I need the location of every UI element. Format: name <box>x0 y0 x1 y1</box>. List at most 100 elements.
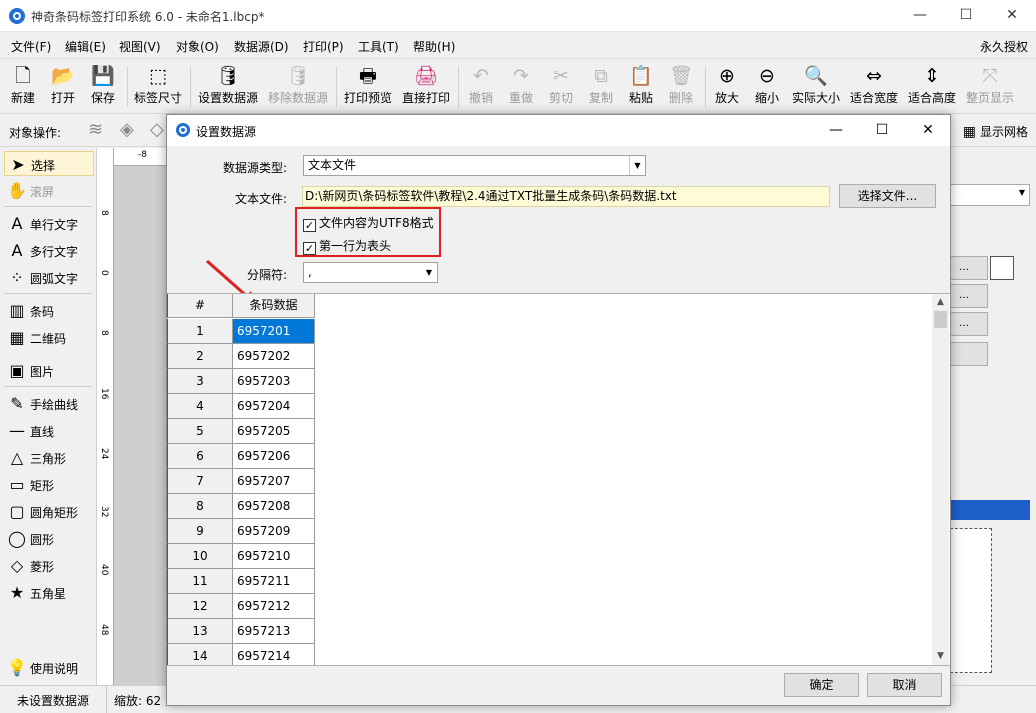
header-row-checkbox[interactable]: ✓ 第一行为表头 <box>303 237 391 255</box>
row-number[interactable]: 1 <box>167 319 233 344</box>
tool-barcode[interactable]: ▥ 条码 <box>4 298 94 323</box>
scroll-thumb[interactable] <box>934 311 947 328</box>
copy-button[interactable]: ⧉ 复制 <box>582 63 620 111</box>
row-number[interactable]: 4 <box>167 394 233 419</box>
menu-edit[interactable]: 编辑(E) <box>65 38 106 55</box>
menu-view[interactable]: 视图(V) <box>119 38 161 55</box>
cancel-button[interactable]: 取消 <box>867 673 942 697</box>
tool-single-line-text[interactable]: A 单行文字 <box>4 211 94 236</box>
help-button[interactable]: 💡 使用说明 <box>4 655 94 680</box>
minimize-button[interactable]: — <box>897 0 943 32</box>
grid-cell[interactable]: 6957206 <box>233 444 315 469</box>
row-number[interactable]: 9 <box>167 519 233 544</box>
menu-help[interactable]: 帮助(H) <box>413 38 455 55</box>
grid-cell[interactable]: 6957209 <box>233 519 315 544</box>
tool-freehand[interactable]: ✎ 手绘曲线 <box>4 391 94 416</box>
menu-object[interactable]: 对象(O) <box>176 38 219 55</box>
tool-rectangle[interactable]: ▭ 矩形 <box>4 472 94 497</box>
column-header[interactable]: 条码数据 <box>233 294 315 318</box>
menu-tools[interactable]: 工具(T) <box>358 38 399 55</box>
row-number[interactable]: 12 <box>167 594 233 619</box>
property-button[interactable]: … <box>950 256 988 280</box>
property-dropdown[interactable]: ▼ <box>950 184 1030 206</box>
property-button[interactable] <box>950 342 988 366</box>
scroll-down-icon[interactable]: ▼ <box>932 648 949 665</box>
tool-rounded-rectangle[interactable]: ▢ 圆角矩形 <box>4 499 94 524</box>
row-number[interactable]: 13 <box>167 619 233 644</box>
tool-line[interactable]: — 直线 <box>4 418 94 443</box>
property-button[interactable]: … <box>950 312 988 336</box>
tool-diamond[interactable]: ◇ 菱形 <box>4 553 94 578</box>
ok-button[interactable]: 确定 <box>784 673 859 697</box>
fit-page-button[interactable]: ⤧ 整页显示 <box>963 63 1017 111</box>
menu-print[interactable]: 打印(P) <box>303 38 344 55</box>
grid-cell[interactable]: 6957202 <box>233 344 315 369</box>
utf8-checkbox[interactable]: ✓ 文件内容为UTF8格式 <box>303 214 434 232</box>
grid-cell[interactable]: 6957211 <box>233 569 315 594</box>
design-canvas[interactable] <box>114 166 166 685</box>
tool-image[interactable]: ▣ 图片 <box>4 358 94 383</box>
tool-multi-line-text[interactable]: A 多行文字 <box>4 238 94 263</box>
text-file-path[interactable]: D:\新网页\条码标签软件\教程\2.4通过TXT批量生成条码\条码数据.txt <box>302 186 830 207</box>
set-datasource-button[interactable]: 🛢 设置数据源 <box>195 63 261 111</box>
grid-scrollbar[interactable]: ▲ ▼ <box>932 294 949 665</box>
grid-cell[interactable]: 6957214 <box>233 644 315 665</box>
grid-cell[interactable]: 6957203 <box>233 369 315 394</box>
show-grid-toggle[interactable]: ▦ 显示网格 <box>963 123 1028 140</box>
row-number[interactable]: 3 <box>167 369 233 394</box>
dialog-close-button[interactable]: ✕ <box>905 115 951 146</box>
fit-height-button[interactable]: ⇕ 适合高度 <box>905 63 959 111</box>
direct-print-button[interactable]: 🖨 直接打印 <box>399 63 453 111</box>
grid-cell[interactable]: 6957201 <box>233 319 315 344</box>
row-number[interactable]: 11 <box>167 569 233 594</box>
property-button[interactable]: … <box>950 284 988 308</box>
label-size-button[interactable]: ⬚ 标签尺寸 <box>131 63 185 111</box>
tool-star[interactable]: ★ 五角星 <box>4 580 94 605</box>
row-number[interactable]: 14 <box>167 644 233 665</box>
row-number[interactable]: 7 <box>167 469 233 494</box>
row-number[interactable]: 8 <box>167 494 233 519</box>
tool-circle[interactable]: ◯ 圆形 <box>4 526 94 551</box>
tool-triangle[interactable]: △ 三角形 <box>4 445 94 470</box>
new-button[interactable]: 🗋 新建 <box>4 63 42 111</box>
grid-cell[interactable]: 6957212 <box>233 594 315 619</box>
zoom-out-button[interactable]: ⊖ 缩小 <box>748 63 786 111</box>
layer-bottom-icon[interactable]: ◇ <box>150 119 164 140</box>
layer-down-icon[interactable]: ◈ <box>120 119 134 140</box>
choose-file-button[interactable]: 选择文件... <box>839 184 936 208</box>
menu-datasource[interactable]: 数据源(D) <box>234 38 289 55</box>
grid-cell[interactable]: 6957205 <box>233 419 315 444</box>
tool-scroll[interactable]: ✋ 滚屏 <box>4 178 94 203</box>
menu-file[interactable]: 文件(F) <box>11 38 51 55</box>
save-button[interactable]: 💾 保存 <box>84 63 122 111</box>
row-number[interactable]: 2 <box>167 344 233 369</box>
undo-button[interactable]: ↶ 撤销 <box>462 63 500 111</box>
grid-cell[interactable]: 6957210 <box>233 544 315 569</box>
selected-property-row[interactable] <box>950 500 1030 520</box>
separator-select[interactable]: , ▼ <box>303 262 438 283</box>
maximize-button[interactable]: ☐ <box>943 0 989 32</box>
data-preview-grid[interactable]: # 条码数据 1 6957201 2 6957202 3 6957203 4 6… <box>167 293 950 666</box>
dialog-minimize-button[interactable]: — <box>813 115 859 146</box>
zoom-in-button[interactable]: ⊕ 放大 <box>708 63 746 111</box>
remove-datasource-button[interactable]: 🛢 移除数据源 <box>265 63 331 111</box>
print-preview-button[interactable]: 🖶 打印预览 <box>341 63 395 111</box>
tool-qrcode[interactable]: ▦ 二维码 <box>4 325 94 350</box>
grid-cell[interactable]: 6957207 <box>233 469 315 494</box>
grid-cell[interactable]: 6957213 <box>233 619 315 644</box>
paste-button[interactable]: 📋 粘贴 <box>622 63 660 111</box>
grid-cell[interactable]: 6957208 <box>233 494 315 519</box>
dialog-maximize-button[interactable]: ☐ <box>859 115 905 146</box>
scroll-up-icon[interactable]: ▲ <box>932 294 949 311</box>
open-button[interactable]: 📂 打开 <box>44 63 82 111</box>
actual-size-button[interactable]: 🔍 实际大小 <box>789 63 843 111</box>
close-button[interactable]: ✕ <box>989 0 1035 32</box>
layers-icon[interactable]: ≋ <box>88 119 103 140</box>
delete-button[interactable]: 🗑 删除 <box>662 63 700 111</box>
fit-width-button[interactable]: ⇔ 适合宽度 <box>847 63 901 111</box>
row-number[interactable]: 5 <box>167 419 233 444</box>
cut-button[interactable]: ✂ 剪切 <box>542 63 580 111</box>
tool-select[interactable]: ➤ 选择 <box>4 151 94 176</box>
source-type-select[interactable]: 文本文件 ▼ <box>303 155 646 176</box>
grid-cell[interactable]: 6957204 <box>233 394 315 419</box>
